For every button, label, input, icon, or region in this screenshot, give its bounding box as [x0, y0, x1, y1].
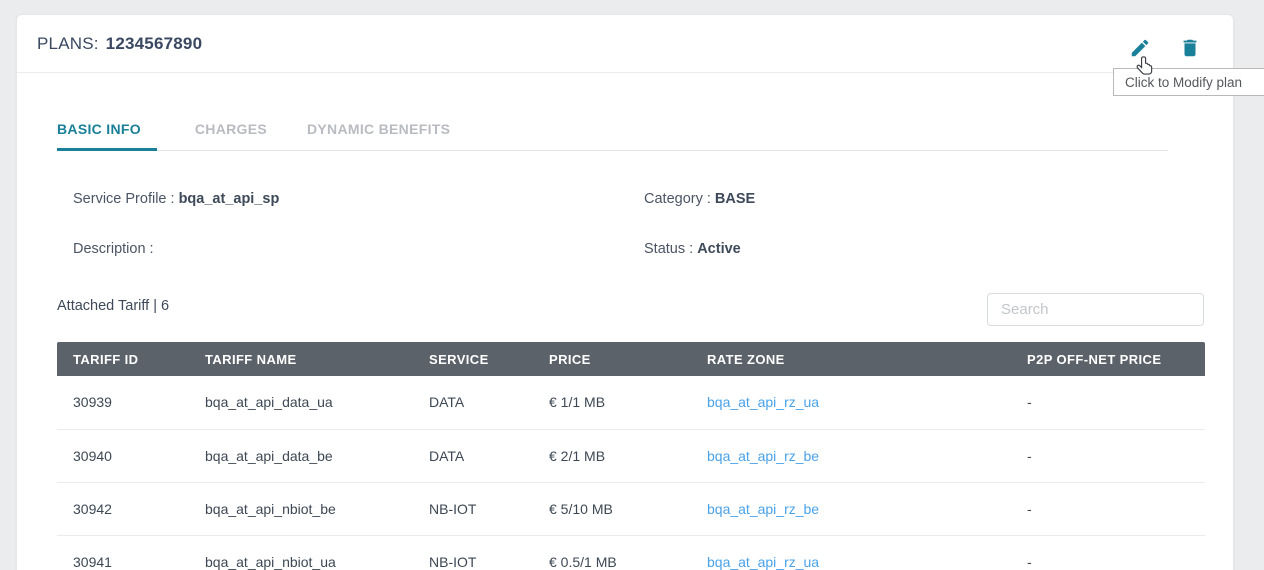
cell-tariff-id: 30942 — [57, 482, 189, 535]
status-field: Status : Active — [644, 241, 741, 257]
cell-p2p-off-net-price: - — [1011, 482, 1205, 535]
cell-price: € 1/1 MB — [533, 376, 691, 429]
col-header-tariff-name: TARIFF NAME — [189, 342, 413, 376]
cell-tariff-name: bqa_at_api_data_ua — [189, 376, 413, 429]
cell-tariff-id: 30939 — [57, 376, 189, 429]
cell-service: DATA — [413, 429, 533, 482]
cell-p2p-off-net-price: - — [1011, 429, 1205, 482]
cell-price: € 0.5/1 MB — [533, 535, 691, 570]
service-profile-field: Service Profile : bqa_at_api_sp — [73, 191, 279, 207]
category-field: Category : BASE — [644, 191, 755, 207]
service-profile-label: Service Profile : — [73, 191, 179, 207]
cell-tariff-id: 30940 — [57, 429, 189, 482]
cell-service: NB-IOT — [413, 535, 533, 570]
col-header-price: PRICE — [533, 342, 691, 376]
page-title-label: PLANS: — [37, 34, 99, 54]
cell-tariff-id: 30941 — [57, 535, 189, 570]
pencil-icon[interactable] — [1129, 37, 1151, 59]
page-title-value: 1234567890 — [106, 34, 203, 54]
col-header-tariff-id: TARIFF ID — [57, 342, 189, 376]
description-field: Description : — [73, 241, 154, 257]
search-input[interactable] — [987, 293, 1204, 326]
header-actions — [1129, 37, 1201, 59]
description-label: Description : — [73, 241, 154, 257]
category-label: Category : — [644, 191, 715, 207]
table-row: 30940 bqa_at_api_data_be DATA € 2/1 MB b… — [57, 429, 1205, 482]
cell-tariff-name: bqa_at_api_data_be — [189, 429, 413, 482]
rate-zone-link[interactable]: bqa_at_api_rz_be — [707, 501, 819, 517]
cell-p2p-off-net-price: - — [1011, 376, 1205, 429]
cell-service: NB-IOT — [413, 482, 533, 535]
rate-zone-link[interactable]: bqa_at_api_rz_ua — [707, 554, 819, 570]
tab-dynamic-benefits[interactable]: DYNAMIC BENEFITS — [307, 111, 452, 150]
rate-zone-link[interactable]: bqa_at_api_rz_be — [707, 448, 819, 464]
tariff-table: TARIFF ID TARIFF NAME SERVICE PRICE RATE… — [57, 342, 1205, 570]
cell-price: € 5/10 MB — [533, 482, 691, 535]
table-row: 30939 bqa_at_api_data_ua DATA € 1/1 MB b… — [57, 376, 1205, 429]
table-row: 30941 bqa_at_api_nbiot_ua NB-IOT € 0.5/1… — [57, 535, 1205, 570]
service-profile-value: bqa_at_api_sp — [179, 191, 280, 207]
tab-charges[interactable]: CHARGES — [195, 111, 269, 150]
attached-tariff-count: Attached Tariff | 6 — [57, 298, 169, 314]
status-label: Status : — [644, 241, 697, 257]
category-value: BASE — [715, 191, 755, 207]
tab-bar: BASIC INFO CHARGES DYNAMIC BENEFITS — [57, 111, 1168, 151]
table-header-row: TARIFF ID TARIFF NAME SERVICE PRICE RATE… — [57, 342, 1205, 376]
col-header-p2p-off-net-price: P2P OFF-NET PRICE — [1011, 342, 1205, 376]
trash-icon[interactable] — [1179, 37, 1201, 59]
page-title: PLANS: 1234567890 — [37, 15, 202, 73]
edit-tooltip: Click to Modify plan — [1113, 68, 1264, 96]
col-header-rate-zone: RATE ZONE — [691, 342, 1011, 376]
cell-service: DATA — [413, 376, 533, 429]
table-row: 30942 bqa_at_api_nbiot_be NB-IOT € 5/10 … — [57, 482, 1205, 535]
cell-p2p-off-net-price: - — [1011, 535, 1205, 570]
cell-price: € 2/1 MB — [533, 429, 691, 482]
card-header: PLANS: 1234567890 — [17, 15, 1233, 73]
status-value: Active — [697, 241, 741, 257]
rate-zone-link[interactable]: bqa_at_api_rz_ua — [707, 394, 819, 410]
cell-tariff-name: bqa_at_api_nbiot_ua — [189, 535, 413, 570]
col-header-service: SERVICE — [413, 342, 533, 376]
tab-basic-info[interactable]: BASIC INFO — [57, 111, 157, 150]
plan-detail-card: PLANS: 1234567890 BASIC INFO CHARGES DYN… — [16, 14, 1234, 570]
cell-tariff-name: bqa_at_api_nbiot_be — [189, 482, 413, 535]
